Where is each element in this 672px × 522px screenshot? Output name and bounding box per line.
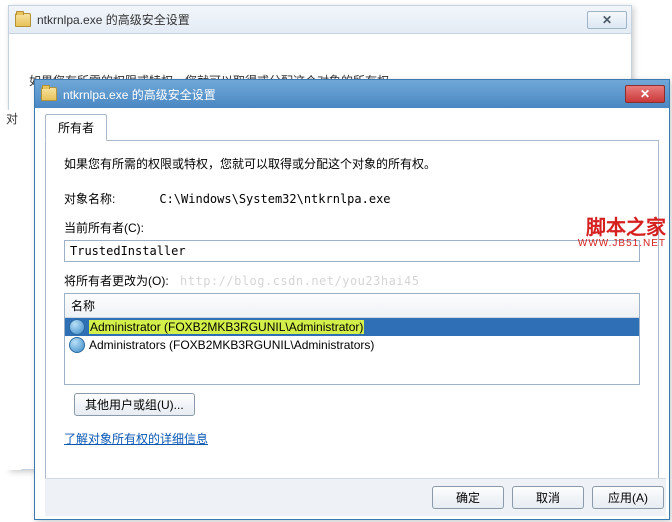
list-item[interactable]: Administrator (FOXB2MKB3RGUNIL\Administr…: [65, 318, 639, 336]
titlebar-front[interactable]: ntkrnlpa.exe 的高级安全设置 ✕: [35, 80, 669, 108]
close-button[interactable]: ✕: [625, 85, 665, 103]
learn-more-link[interactable]: 了解对象所有权的详细信息: [64, 430, 208, 447]
change-owner-label: 将所有者更改为(O):: [64, 274, 169, 288]
user-icon: [69, 337, 85, 353]
list-item-label: Administrator (FOXB2MKB3RGUNIL\Administr…: [89, 320, 364, 334]
titlebar-back: ntkrnlpa.exe 的高级安全设置 ✕: [9, 6, 631, 34]
window-title-front: ntkrnlpa.exe 的高级安全设置: [63, 86, 625, 103]
other-users-button[interactable]: 其他用户或组(U)...: [74, 393, 195, 416]
site-watermark: 脚本之家 WWW.JB51.NET: [578, 218, 666, 250]
folder-icon: [41, 87, 57, 101]
brand-en: WWW.JB51.NET: [578, 239, 666, 250]
owner-tab-panel: 如果您有所需的权限或特权，您就可以取得或分配这个对象的所有权。 对象名称: C:…: [45, 140, 659, 495]
close-icon[interactable]: ✕: [587, 11, 627, 29]
tabstrip: 所有者: [45, 113, 669, 140]
owner-listbox[interactable]: 名称 Administrator (FOXB2MKB3RGUNIL\Admini…: [64, 293, 640, 385]
object-name-label: 对象名称:: [64, 190, 156, 207]
back-left-fragment: 对: [1, 110, 21, 470]
ok-button[interactable]: 确定: [432, 486, 504, 509]
list-item[interactable]: Administrators (FOXB2MKB3RGUNIL\Administ…: [65, 336, 639, 354]
window-title-back: ntkrnlpa.exe 的高级安全设置: [37, 11, 587, 28]
list-item-label: Administrators (FOXB2MKB3RGUNIL\Administ…: [89, 338, 374, 352]
cancel-button[interactable]: 取消: [512, 486, 584, 509]
watermark-url: http://blog.csdn.net/you23hai45: [180, 274, 419, 288]
instruction-text: 如果您有所需的权限或特权，您就可以取得或分配这个对象的所有权。: [64, 155, 640, 172]
brand-cn: 脚本之家: [578, 218, 666, 239]
apply-button[interactable]: 应用(A): [592, 486, 664, 509]
folder-icon: [15, 13, 31, 27]
user-icon: [69, 319, 85, 335]
advanced-security-window: ntkrnlpa.exe 的高级安全设置 ✕ 所有者 如果您有所需的权限或特权，…: [34, 79, 670, 520]
current-owner-label: 当前所有者(C):: [64, 221, 144, 235]
object-name-value: C:\Windows\System32\ntkrnlpa.exe: [159, 192, 390, 206]
current-owner-field[interactable]: [64, 240, 640, 262]
dialog-button-bar: 确定 取消 应用(A): [45, 478, 666, 516]
tab-owner[interactable]: 所有者: [45, 114, 107, 141]
list-header-name[interactable]: 名称: [65, 294, 639, 318]
